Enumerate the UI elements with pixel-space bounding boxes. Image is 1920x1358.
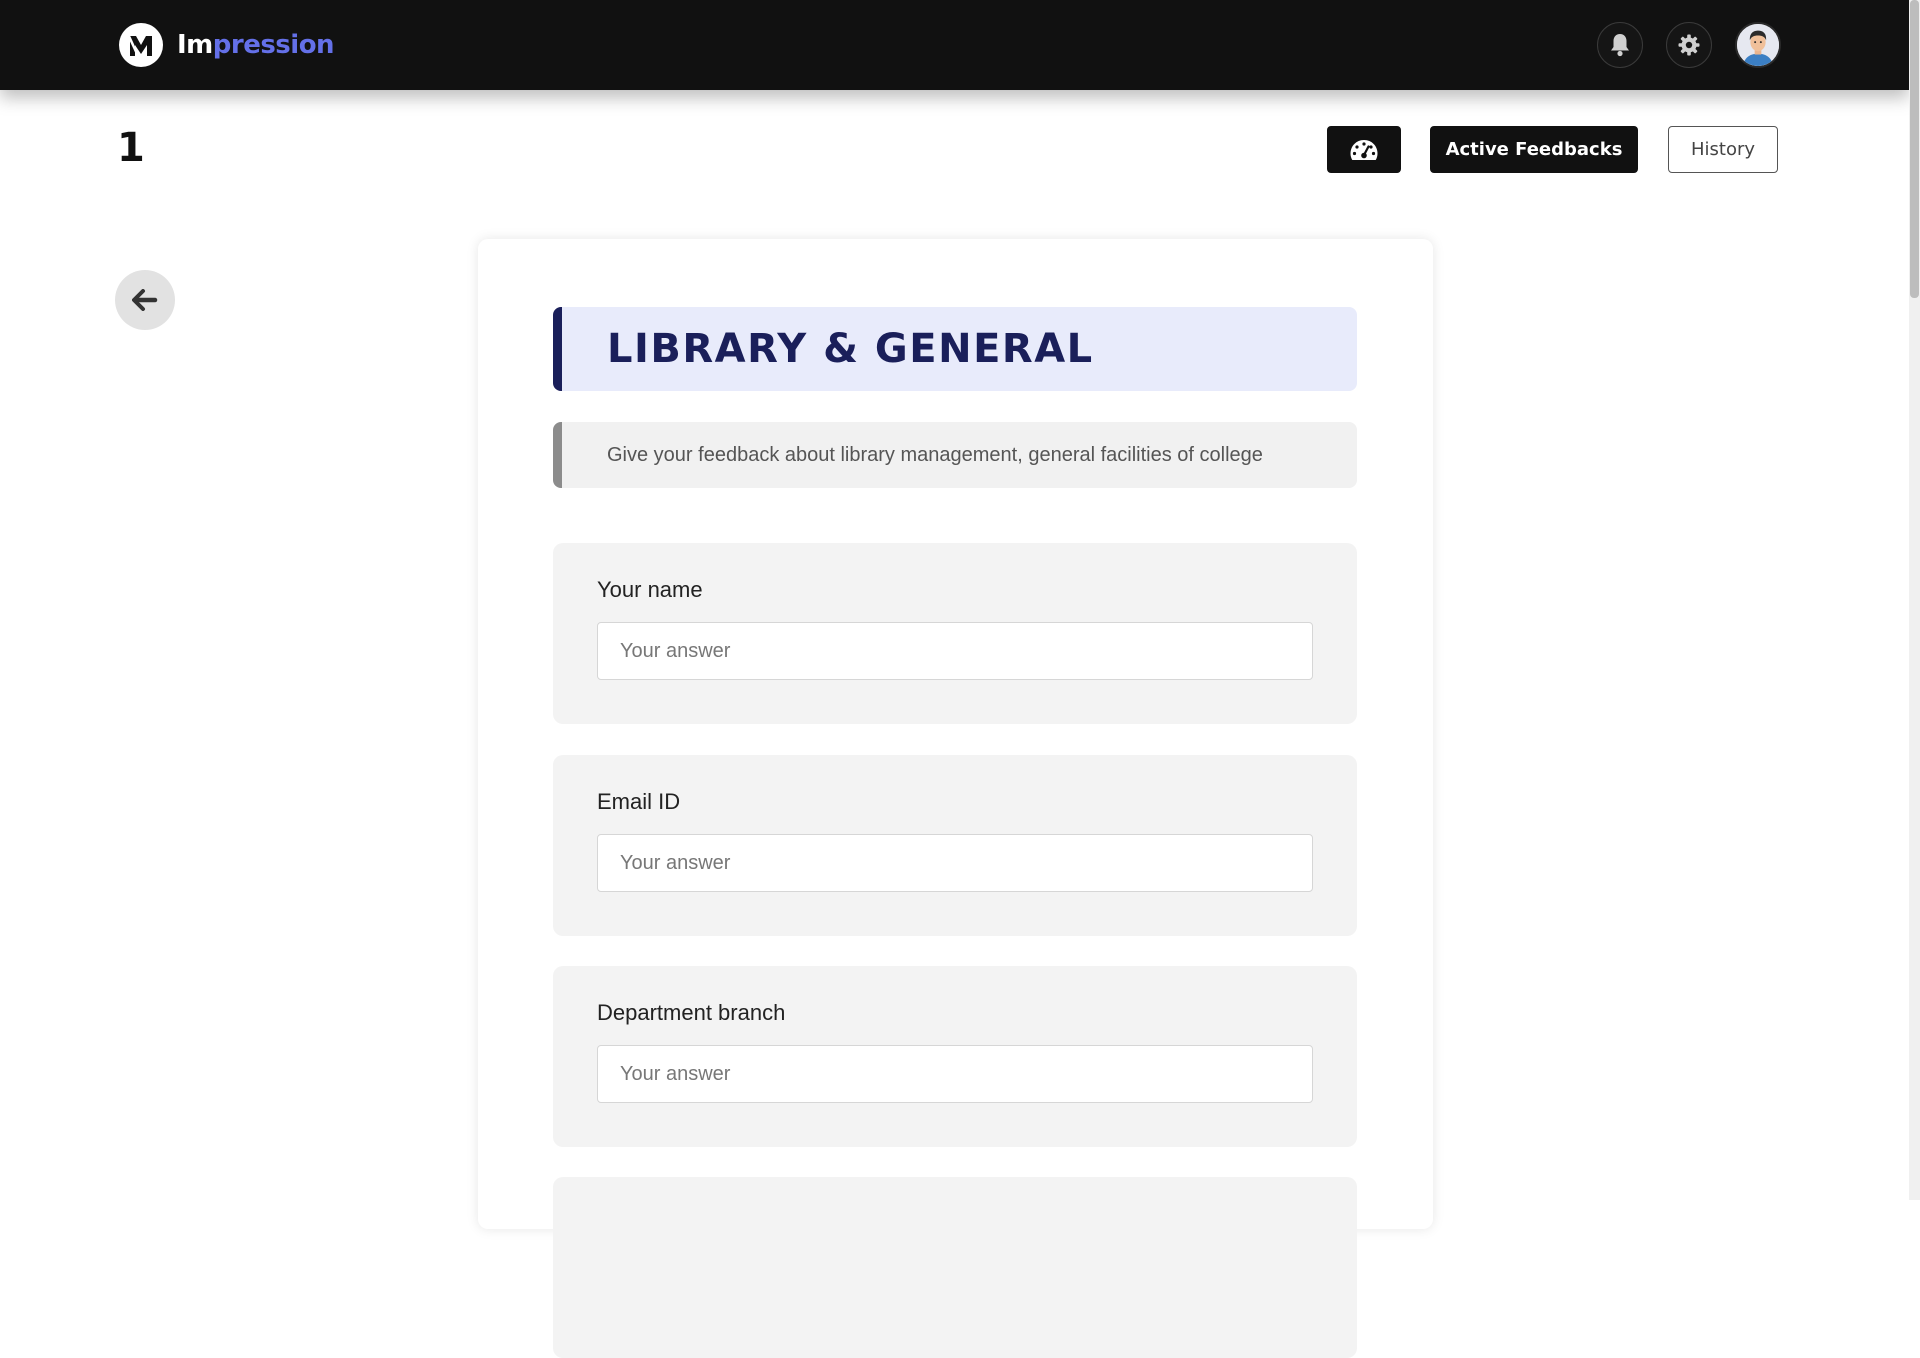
user-avatar[interactable]: [1735, 22, 1781, 68]
form-title: LIBRARY & GENERAL: [607, 326, 1094, 372]
form-title-box: LIBRARY & GENERAL: [553, 307, 1357, 391]
question-next: [553, 1177, 1357, 1358]
question-name: Your name: [553, 543, 1357, 724]
back-button[interactable]: [115, 270, 175, 330]
brand-logo-icon: [119, 23, 163, 67]
brand-name-part2: pression: [212, 30, 335, 60]
active-feedbacks-button[interactable]: Active Feedbacks: [1430, 126, 1638, 173]
question-label: Your name: [597, 577, 703, 602]
bell-icon: [1611, 34, 1629, 57]
avatar-icon: [1737, 24, 1779, 66]
brand-name: Impression: [177, 30, 335, 60]
settings-button[interactable]: [1666, 22, 1712, 68]
top-navbar: Impression: [0, 0, 1909, 90]
brand-name-part1: Im: [177, 30, 213, 60]
history-button[interactable]: History: [1668, 126, 1778, 173]
notifications-button[interactable]: [1597, 22, 1643, 68]
scrollbar-thumb[interactable]: [1910, 0, 1919, 298]
arrow-left-icon: [132, 289, 158, 311]
question-label: Email ID: [597, 789, 681, 814]
page-scrollbar[interactable]: [1909, 0, 1920, 1200]
question-department: Department branch: [553, 966, 1357, 1147]
form-description-box: Give your feedback about library managem…: [553, 422, 1357, 488]
name-input[interactable]: [597, 622, 1313, 680]
speedometer-icon: [1350, 139, 1378, 160]
gear-icon: [1678, 34, 1700, 56]
email-input[interactable]: [597, 834, 1313, 892]
department-input[interactable]: [597, 1045, 1313, 1103]
brand[interactable]: Impression: [119, 22, 335, 68]
question-label: Department branch: [597, 1000, 786, 1025]
question-email: Email ID: [553, 755, 1357, 936]
page-number: 1: [117, 125, 145, 171]
dashboard-button[interactable]: [1327, 126, 1401, 173]
form-description: Give your feedback about library managem…: [607, 443, 1263, 466]
feedback-form-card: LIBRARY & GENERAL Give your feedback abo…: [478, 239, 1433, 1358]
